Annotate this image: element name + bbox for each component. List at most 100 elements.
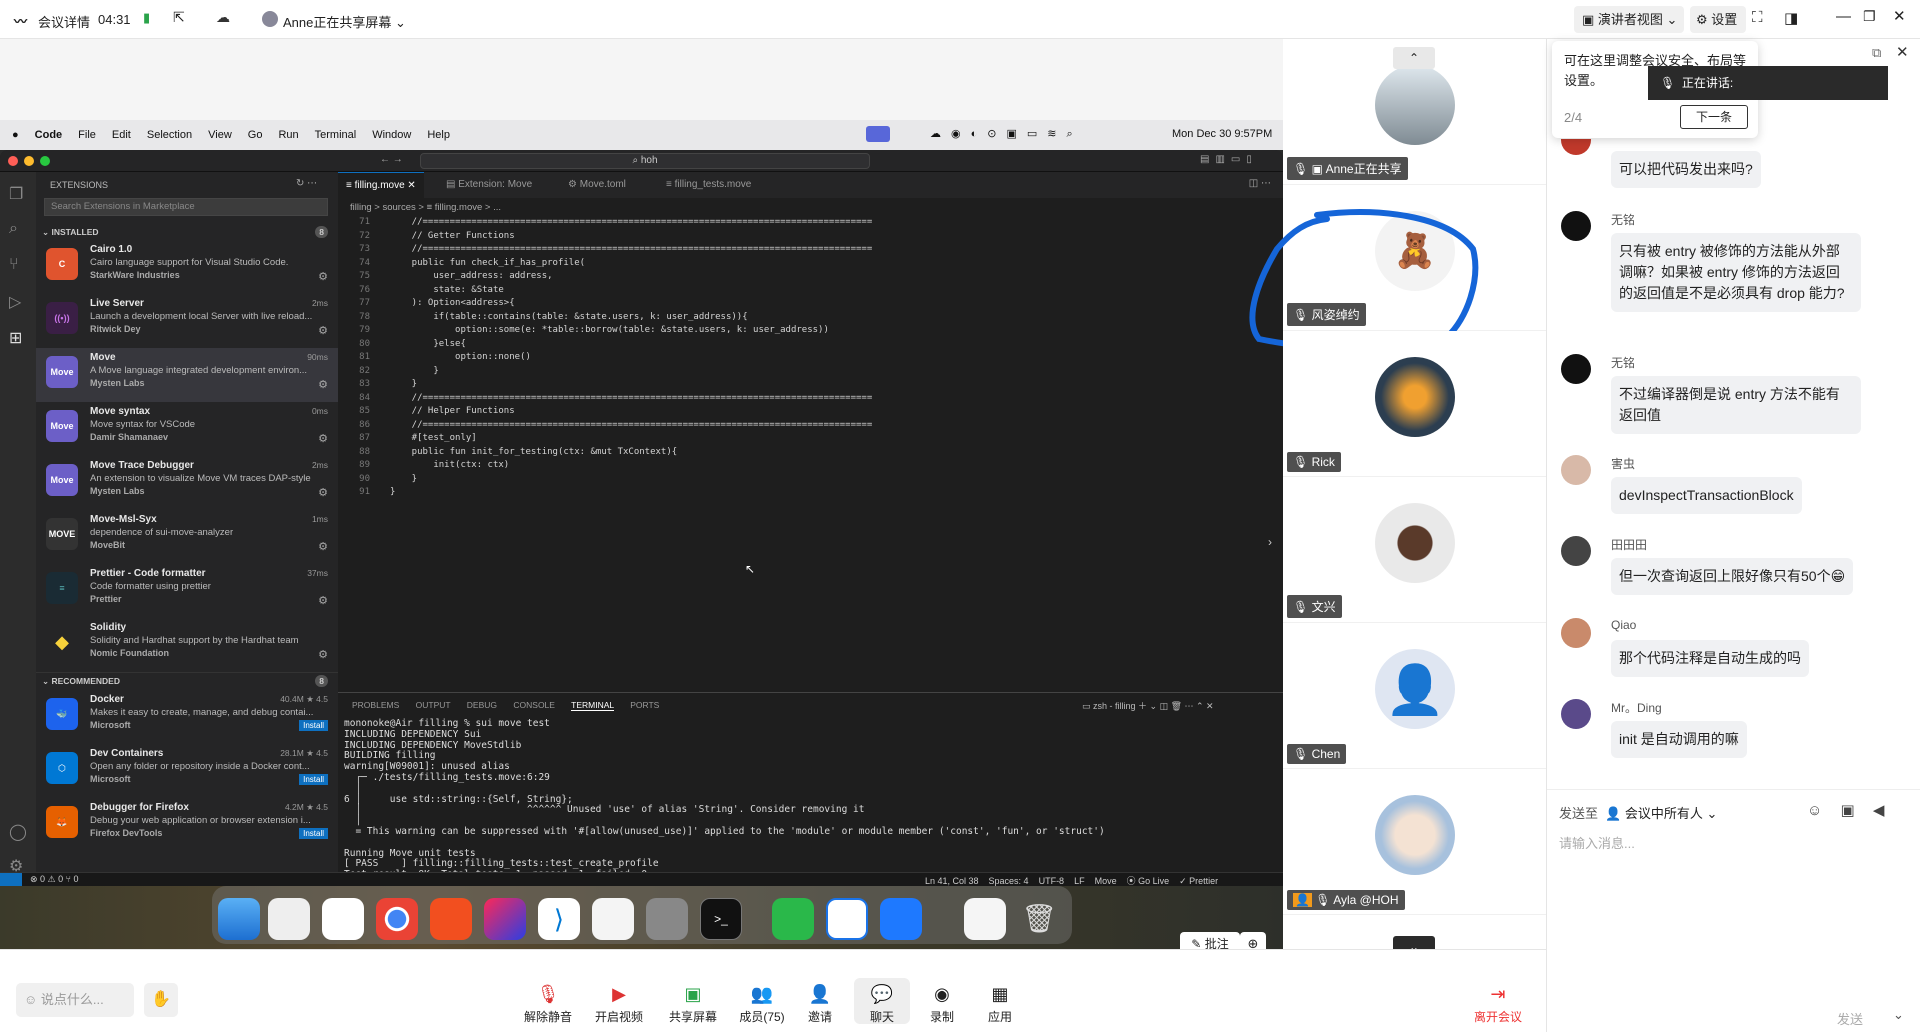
participant-tile[interactable]: 🎙 Rick — [1283, 331, 1546, 477]
participant-tile[interactable]: 👤 🎙 Ayla @HOH — [1283, 769, 1546, 915]
tab-extension-move[interactable]: ▤ Extension: Move — [438, 172, 540, 198]
gear-icon[interactable]: ⚙ — [318, 540, 328, 553]
gear-icon[interactable]: ⚙ — [318, 648, 328, 661]
message-bubble[interactable]: init 是自动调用的嘛 — [1611, 721, 1747, 758]
participant-tile[interactable]: 🧸 🎙 风姿绰约 — [1249, 185, 1546, 353]
presenter-view-button[interactable]: ▣ 演讲者视图 ⌄ — [1574, 6, 1684, 33]
popout-icon[interactable]: ⧉ — [1872, 45, 1881, 61]
extension-search-input[interactable]: Search Extensions in Marketplace — [44, 198, 328, 216]
minimize-icon[interactable]: — — [1836, 8, 1851, 25]
command-center-search[interactable]: ⌕ hoh — [420, 153, 870, 169]
run-debug-icon[interactable]: ▷ — [9, 292, 21, 312]
trash-icon[interactable]: 🗑 — [1018, 898, 1060, 940]
extension-item-live-server[interactable]: ((•)) Live Server Launch a development loc… — [36, 294, 338, 348]
split-editor-icon[interactable]: ◫ ⋯ — [1249, 178, 1271, 189]
message-bubble[interactable]: 只有被 entry 被修饰的方法能从外部调嘛？如果被 entry 修饰的方法返回… — [1611, 233, 1861, 312]
installed-section-header[interactable]: ⌄ INSTALLED 8 — [36, 224, 338, 240]
install-button[interactable]: Install — [299, 828, 328, 839]
participant-tile[interactable]: 🎙 文兴 — [1283, 477, 1546, 623]
panel-tab-ports[interactable]: PORTS — [630, 700, 659, 710]
vscode-icon[interactable]: ⟩ — [538, 898, 580, 940]
extension-item-move-trace[interactable]: Move Move Trace Debugger An extension to v… — [36, 456, 338, 510]
message-bubble[interactable]: 可以把代码发出来吗? — [1611, 151, 1761, 188]
extension-item-move-msl[interactable]: MOVE Move-Msl-Syx dependence of sui-move-a… — [36, 510, 338, 564]
tooltip-next-button[interactable]: 下一条 — [1680, 105, 1748, 129]
brave-icon[interactable] — [430, 898, 472, 940]
scroll-down-icon[interactable]: ⌄ — [1393, 936, 1435, 949]
wechat-icon[interactable] — [772, 898, 814, 940]
folder-icon[interactable]: ▣ — [1841, 802, 1855, 819]
minimize-dot[interactable] — [24, 156, 34, 166]
collapse-arrow-icon[interactable]: › — [1268, 535, 1272, 549]
launchpad-icon[interactable] — [268, 898, 310, 940]
external-link-icon[interactable]: ⇱ — [173, 9, 185, 26]
scroll-up-icon[interactable]: ⌃ — [1393, 47, 1435, 69]
invite-button[interactable]: 👤 邀请 — [792, 982, 848, 1025]
panel-tab-terminal[interactable]: TERMINAL — [571, 700, 614, 711]
chrome-icon[interactable] — [376, 898, 418, 940]
tab-filling-tests[interactable]: ≡ filling_tests.move — [658, 172, 759, 198]
chat-button[interactable]: 💬 聊天 — [854, 978, 910, 1024]
terminal-name[interactable]: ▭ zsh - filling ＋ ⌄ ◫ 🗑 ⋯ ⌃ ✕ — [1082, 699, 1214, 712]
cloud-icon[interactable]: ☁ — [216, 9, 230, 26]
apps-button[interactable]: ▦ 应用 — [972, 982, 1028, 1025]
terminal-icon[interactable]: >_ — [700, 898, 742, 940]
extension-item-cairo[interactable]: C Cairo 1.0 Cairo language support for Vis… — [36, 240, 338, 294]
tab-filling-move[interactable]: ≡ filling.move ✕ — [338, 172, 424, 198]
nav-back-forward-icon[interactable]: ← → — [380, 154, 403, 165]
extension-item-prettier[interactable]: ≡ Prettier - Code formatter Code formatter… — [36, 564, 338, 618]
status-left[interactable]: ⊗ 0 ⚠ 0 ⑂ 0 — [30, 874, 79, 885]
settings-button[interactable]: ⚙ 设置 — [1690, 6, 1746, 33]
panel-tab-problems[interactable]: PROBLEMS — [352, 700, 399, 710]
unmute-button[interactable]: 🎙 解除静音 — [520, 982, 576, 1025]
install-button[interactable]: Install — [299, 720, 328, 731]
close-chat-icon[interactable]: ✕ — [1896, 43, 1909, 61]
members-button[interactable]: 👥 成员(75) — [734, 982, 790, 1025]
zoom-dot[interactable] — [40, 156, 50, 166]
account-icon[interactable]: ◯ — [9, 822, 27, 842]
message-bubble[interactable]: 那个代码注释是自动生成的吗 — [1611, 640, 1809, 677]
send-button[interactable]: 发送 — [1837, 1009, 1863, 1028]
tencent-meeting-icon[interactable] — [880, 898, 922, 940]
gear-icon[interactable]: ⚙ — [318, 432, 328, 445]
terminal-output[interactable]: mononoke@Air filling % sui move test INC… — [344, 718, 1274, 886]
fullscreen-icon[interactable]: ⛶ — [1752, 9, 1763, 26]
tab-move-toml[interactable]: ⚙ Move.toml — [560, 172, 634, 198]
message-bubble[interactable]: 不过编译器倒是说 entry 方法不能有返回值 — [1611, 376, 1861, 434]
extension-item-dev-containers[interactable]: ⬡ Dev Containers Open any folder or reposi… — [36, 744, 338, 798]
recipient-select[interactable]: 👤 会议中所有人 ⌄ — [1605, 803, 1717, 822]
record-button[interactable]: ◉ 录制 — [914, 982, 970, 1025]
panel-tab-debug[interactable]: DEBUG CONSOLE — [467, 700, 555, 710]
message-bubble[interactable]: devInspectTransactionBlock — [1611, 477, 1802, 514]
meeting-details-button[interactable]: 会议详情 — [38, 12, 90, 31]
say-something-input[interactable]: ☺ 说点什么... — [16, 983, 134, 1017]
extension-item-docker[interactable]: 🐳 Docker Makes it easy to create, manage, … — [36, 690, 338, 744]
intellij-icon[interactable] — [484, 898, 526, 940]
extension-item-firefox[interactable]: 🦊 Debugger for Firefox Debug your web appl… — [36, 798, 338, 852]
panel-tab-output[interactable]: OUTPUT — [416, 700, 451, 710]
message-bubble[interactable]: 但一次查询返回上限好像只有50个😁 — [1611, 558, 1854, 595]
recommended-section-header[interactable]: ⌄ RECOMMENDED 8 — [36, 672, 338, 688]
gear-icon[interactable]: ⚙ — [318, 324, 328, 337]
close-dot[interactable] — [8, 156, 18, 166]
layout-icons[interactable]: ▤▥▭▯ — [1200, 154, 1258, 165]
extensions-icon[interactable]: ⊞ — [9, 328, 22, 348]
finder-icon[interactable] — [218, 898, 260, 940]
gear-icon[interactable]: ⚙ — [318, 378, 328, 391]
extension-item-solidity[interactable]: ◆ Solidity Solidity and Hardhat support by… — [36, 618, 338, 672]
share-screen-button[interactable]: ▣ 共享屏幕 — [665, 982, 721, 1025]
start-video-button[interactable]: ▶ 开启视频 — [591, 982, 647, 1025]
gear-icon[interactable]: ⚙ — [318, 486, 328, 499]
source-control-icon[interactable]: ⑂ — [9, 256, 19, 274]
onedrive-icon[interactable] — [322, 898, 364, 940]
code-editor[interactable]: //======================================… — [390, 216, 1250, 500]
sidebar-toggle-icon[interactable]: ◨ — [1784, 9, 1798, 27]
restore-icon[interactable]: ❐ — [1863, 8, 1876, 25]
textedit-icon[interactable] — [592, 898, 634, 940]
extension-item-move-syntax[interactable]: Move Move syntax Move syntax for VSCode Dam… — [36, 402, 338, 456]
remote-indicator-icon[interactable] — [0, 873, 22, 886]
search-icon[interactable]: ⌕ — [9, 220, 18, 238]
refresh-icon[interactable]: ↻ ⋯ — [296, 178, 317, 189]
message-input[interactable]: 请输入消息... — [1559, 833, 1909, 852]
broadcast-icon[interactable]: ◀ — [1873, 802, 1885, 819]
